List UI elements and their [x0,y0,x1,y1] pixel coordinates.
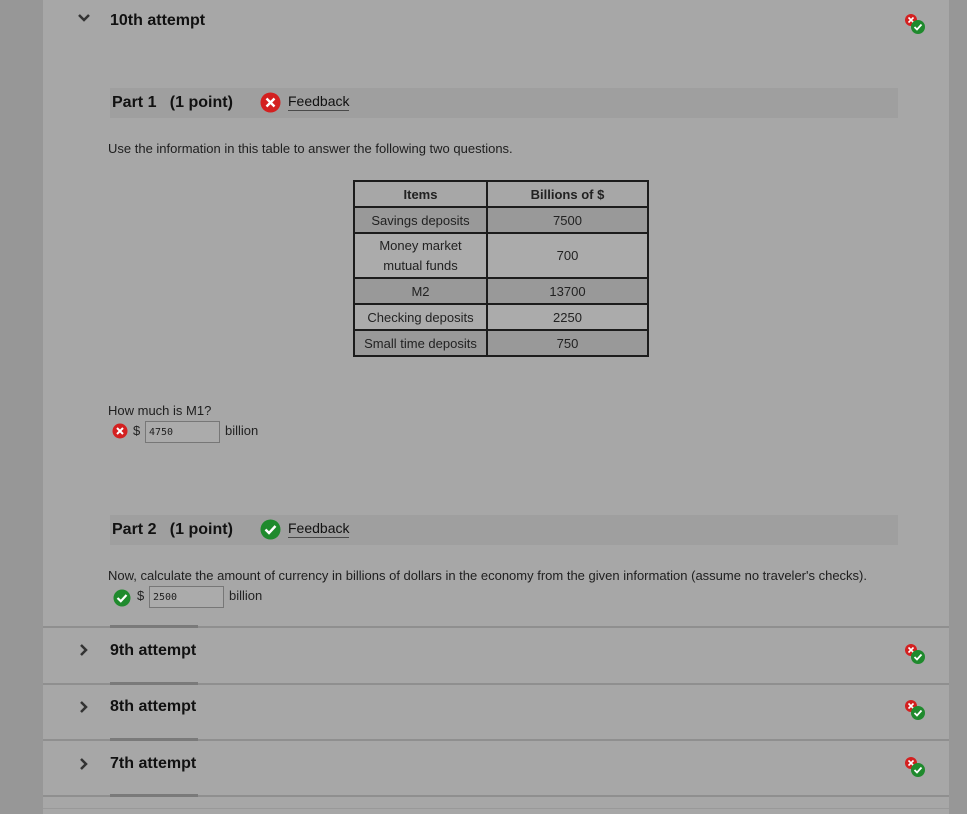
column-header-items: Items [353,180,488,208]
table-cell-item: Small time deposits [353,329,488,357]
attempt-divider-accent [110,738,198,741]
part-2-header: Part 2 (1 point) Feedback [110,515,898,545]
table-cell-item: M2 [353,277,488,305]
attempt-divider-accent [110,682,198,685]
currency-answer-input[interactable]: 2500 [149,586,224,608]
attempt-divider-accent [110,794,198,797]
attempt-divider [43,808,949,809]
attempt-title: 7th attempt [110,755,197,772]
table-row: Savings deposits 7500 [353,206,649,234]
correct-icon [113,589,131,607]
mixed-result-icon [903,642,927,666]
attempt-title: 8th attempt [110,698,197,715]
table-cell-item: Money market mutual funds [353,232,488,279]
m1-answer-input[interactable]: 4750 [145,421,220,443]
mixed-result-icon [903,12,927,36]
attempt-header-8[interactable]: 8th attempt [43,686,949,726]
column-header-billions: Billions of $ [486,180,649,208]
incorrect-icon [260,92,281,113]
part-1-title: Part 1 (1 point) [112,94,233,111]
currency-symbol: $ [137,588,145,603]
answer-unit: billion [225,423,259,438]
mixed-result-icon [903,698,927,722]
answer-unit: billion [229,588,263,603]
table-cell-value: 13700 [486,277,649,305]
table-cell-value: 7500 [486,206,649,234]
attempt-header-10[interactable]: 10th attempt [43,0,949,40]
table-row: Checking deposits 2250 [353,303,649,331]
table-row: Small time deposits 750 [353,329,649,357]
chevron-down-icon[interactable] [77,11,91,29]
correct-icon [260,519,281,540]
table-cell-value: 750 [486,329,649,357]
attempt-divider-accent [110,625,198,628]
table-row: Money market mutual funds 700 [353,232,649,279]
attempt-header-7[interactable]: 7th attempt [43,742,949,782]
part-2-feedback-link[interactable]: Feedback [288,520,350,538]
chevron-right-icon[interactable] [77,643,91,661]
table-cell-item: Checking deposits [353,303,488,331]
table-cell-item-text: Money market mutual funds [379,237,462,273]
currency-symbol: $ [133,423,141,438]
table-intro: Use the information in this table to ans… [108,141,513,156]
attempt-title: 9th attempt [110,642,197,659]
attempt-header-9[interactable]: 9th attempt [43,629,949,669]
part-1-question: How much is M1? [108,403,212,418]
table-row: M2 13700 [353,277,649,305]
mixed-result-icon [903,755,927,779]
table-cell-value: 2250 [486,303,649,331]
chevron-right-icon[interactable] [77,757,91,775]
attempts-panel: 10th attempt Part 1 (1 point) Feedback U… [43,0,949,814]
table-cell-item: Savings deposits [353,206,488,234]
chevron-right-icon[interactable] [77,700,91,718]
money-supply-table: Items Billions of $ Savings deposits 750… [353,180,649,357]
part-1-feedback-link[interactable]: Feedback [288,93,350,111]
part-1-header: Part 1 (1 point) Feedback [110,88,898,118]
attempt-title: 10th attempt [110,12,206,29]
part-2-question: Now, calculate the amount of currency in… [108,568,868,583]
incorrect-icon [112,423,128,439]
table-header-row: Items Billions of $ [353,180,649,208]
part-2-title: Part 2 (1 point) [112,521,233,538]
table-cell-value: 700 [486,232,649,279]
